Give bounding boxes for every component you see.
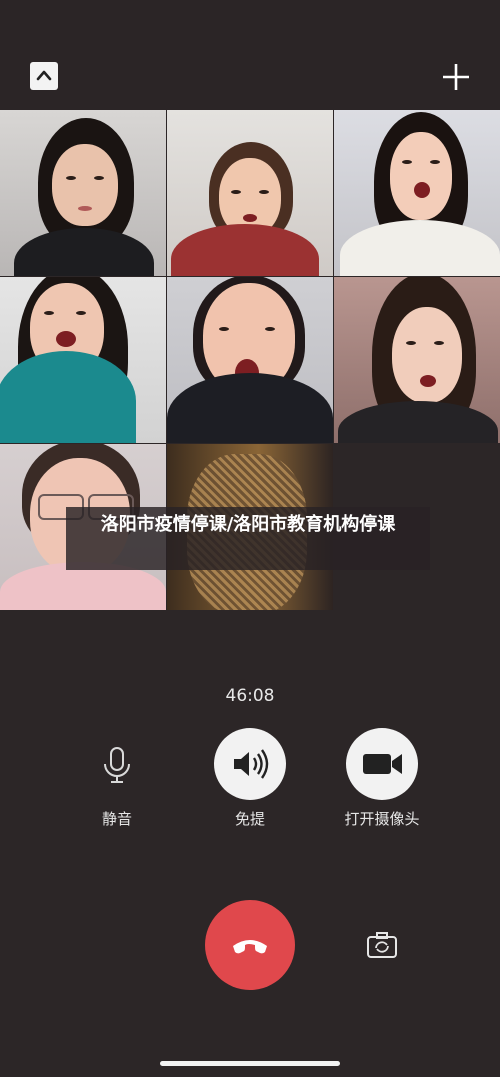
flip-camera-button[interactable] xyxy=(366,930,398,960)
end-call-button[interactable] xyxy=(205,900,295,990)
home-indicator[interactable] xyxy=(160,1061,340,1066)
participant-video-tile[interactable] xyxy=(0,110,166,276)
participant-video-tile[interactable] xyxy=(0,277,166,443)
participant-video-tile[interactable] xyxy=(167,110,333,276)
collapse-button[interactable] xyxy=(30,62,58,90)
mute-button[interactable]: 静音 xyxy=(57,728,177,829)
call-duration: 46:08 xyxy=(225,686,275,706)
camera-label: 打开摄像头 xyxy=(344,810,420,828)
flip-camera-icon xyxy=(367,932,397,958)
plus-icon xyxy=(443,64,469,90)
speaker-label: 免提 xyxy=(234,810,265,828)
participant-video-tile[interactable] xyxy=(167,277,333,443)
hang-up-phone-icon xyxy=(233,940,267,954)
video-camera-icon xyxy=(363,754,402,774)
camera-button-circle[interactable] xyxy=(346,728,418,800)
mute-button-circle[interactable] xyxy=(81,728,153,800)
news-headline-banner: 洛阳市疫情停课/洛阳市教育机构停课 xyxy=(66,507,430,570)
participant-video-tile[interactable] xyxy=(334,277,500,443)
participant-video-tile[interactable] xyxy=(334,110,500,276)
speaker-button-circle[interactable] xyxy=(214,728,286,800)
speaker-button[interactable]: 免提 xyxy=(190,728,310,829)
add-participant-button[interactable] xyxy=(441,62,471,92)
chevron-up-icon xyxy=(36,70,52,81)
camera-button[interactable]: 打开摄像头 xyxy=(322,728,442,829)
top-bar xyxy=(0,0,500,110)
microphone-icon xyxy=(104,747,130,783)
mute-label: 静音 xyxy=(101,810,132,828)
speaker-icon xyxy=(234,749,269,779)
